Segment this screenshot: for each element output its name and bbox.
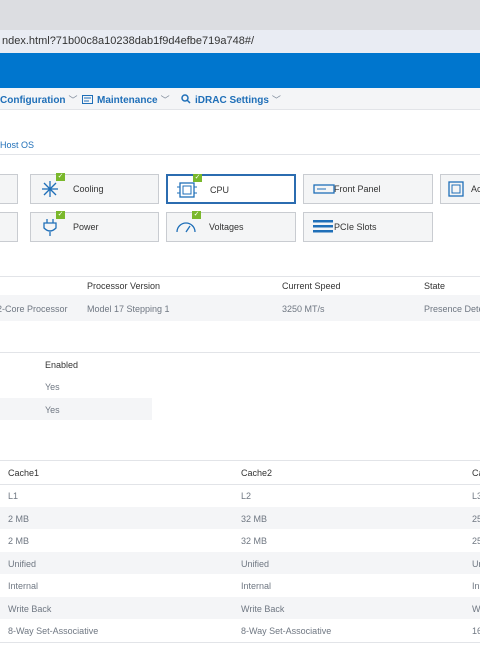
menu-idrac-settings[interactable]: iDRAC Settings ﹀ — [181, 93, 281, 106]
cell-cache2: 8-Way Set-Associative — [241, 626, 332, 636]
idrac-settings-icon — [181, 94, 191, 104]
cpu-icon — [177, 182, 197, 198]
status-ok-check-icon: ✓ — [193, 174, 202, 182]
chevron-down-icon: ﹀ — [68, 95, 78, 105]
cell-cache1: Unified — [8, 559, 37, 569]
cell-cache1: 2 MB — [8, 536, 30, 546]
cell-cache1: 2 MB — [8, 514, 30, 524]
cell-cache1: L1 — [8, 491, 19, 501]
pcie-slots-icon — [313, 220, 333, 233]
tile-pcie-slots[interactable]: PCIe Slots — [303, 212, 433, 242]
col-header-state: State — [424, 281, 446, 291]
tile-power[interactable]: ✓ Power — [30, 211, 159, 242]
cell-cache1: Write Back — [8, 604, 52, 614]
tile-cooling-label: Cooling — [73, 184, 104, 194]
browser-tab-strip — [0, 0, 480, 31]
tile-front-panel-label: Front Panel — [334, 184, 381, 194]
cell-cache1: 8-Way Set-Associative — [8, 626, 99, 636]
col-header-cache2: Cache2 — [241, 468, 273, 478]
col-header-enabled: Enabled — [45, 360, 79, 370]
address-bar-url[interactable]: ndex.html?71b00c8a10238dab1f9d4efbe719a7… — [2, 35, 254, 47]
tile-cpu[interactable]: ✓ CPU — [166, 174, 296, 204]
menu-idrac-settings-label: iDRAC Settings — [195, 95, 269, 106]
address-bar[interactable]: ndex.html?71b00c8a10238dab1f9d4efbe719a7… — [0, 30, 480, 54]
menu-maintenance-label: Maintenance — [97, 95, 158, 106]
cell-cache3: 25 — [472, 536, 480, 546]
cell-cache3: In — [472, 581, 480, 591]
divider — [0, 154, 480, 155]
cell-state: Presence Dete — [424, 304, 480, 314]
menu-maintenance[interactable]: Maintenance ﹀ — [82, 93, 170, 106]
breadcrumb-host-os[interactable]: Host OS — [0, 140, 34, 150]
tile-voltages-label: Voltages — [209, 222, 244, 232]
tile-partial-left-2[interactable] — [0, 212, 18, 242]
app-header-banner — [0, 53, 480, 88]
cell-cache2: Unified — [241, 559, 270, 569]
table-row — [0, 507, 480, 529]
cell-cache3: L3 — [472, 491, 480, 501]
power-plug-icon — [43, 219, 57, 236]
cell-processor-model: 32-Core Processor — [0, 304, 68, 314]
gauge-icon — [176, 222, 196, 233]
cell-cache2: Internal — [241, 581, 272, 591]
main-menu-bar: Configuration ﹀ Maintenance ﹀ iDRAC Settin… — [0, 88, 480, 110]
tile-accelerators-label: Ac — [471, 184, 480, 194]
tile-power-label: Power — [73, 222, 99, 232]
divider — [0, 484, 480, 485]
status-ok-check-icon: ✓ — [56, 173, 65, 181]
tile-partial-left[interactable] — [0, 174, 18, 204]
cell-cache3: 16 — [472, 626, 480, 636]
cell-enabled: Yes — [45, 382, 60, 392]
table-row — [0, 552, 480, 574]
cell-cache2: 32 MB — [241, 514, 268, 524]
chevron-down-icon: ﹀ — [271, 95, 281, 105]
cell-cache3: Un — [472, 559, 480, 569]
tile-cooling[interactable]: ✓ Cooling — [30, 173, 159, 204]
front-panel-icon — [313, 184, 335, 194]
tile-cpu-label: CPU — [210, 185, 230, 195]
divider — [0, 642, 480, 643]
table-row — [0, 295, 480, 321]
col-header-cache1: Cache1 — [8, 468, 40, 478]
accelerator-icon — [448, 181, 464, 197]
cell-cache2: 32 MB — [241, 536, 268, 546]
status-ok-check-icon: ✓ — [56, 211, 65, 219]
cell-cache3: W — [472, 604, 480, 614]
tile-accelerators[interactable]: Ac — [440, 174, 480, 204]
cell-enabled: Yes — [45, 405, 60, 415]
divider — [0, 352, 480, 353]
tile-pcie-slots-label: PCIe Slots — [334, 222, 377, 232]
menu-configuration-label: Configuration — [0, 95, 66, 106]
table-top-border — [0, 460, 480, 461]
cell-current-speed: 3250 MT/s — [282, 304, 325, 314]
tile-voltages[interactable]: ✓ Voltages — [166, 211, 296, 242]
table-row — [0, 398, 152, 420]
col-header-cache3: Ca — [472, 468, 480, 478]
cell-cache2: Write Back — [241, 604, 285, 614]
fan-icon — [42, 181, 58, 197]
menu-configuration[interactable]: Configuration ﹀ — [0, 93, 78, 106]
status-ok-check-icon: ✓ — [192, 211, 201, 219]
cell-processor-version: Model 17 Stepping 1 — [87, 304, 170, 314]
cell-cache2: L2 — [241, 491, 252, 501]
maintenance-icon — [82, 95, 93, 104]
col-header-processor-version: Processor Version — [87, 281, 161, 291]
chevron-down-icon: ﹀ — [160, 95, 170, 105]
table-row — [0, 597, 480, 619]
col-header-current-speed: Current Speed — [282, 281, 341, 291]
tile-front-panel[interactable]: Front Panel — [303, 174, 433, 204]
table-top-border — [0, 276, 480, 277]
cell-cache1: Internal — [8, 581, 39, 591]
cell-cache3: 25 — [472, 514, 480, 524]
